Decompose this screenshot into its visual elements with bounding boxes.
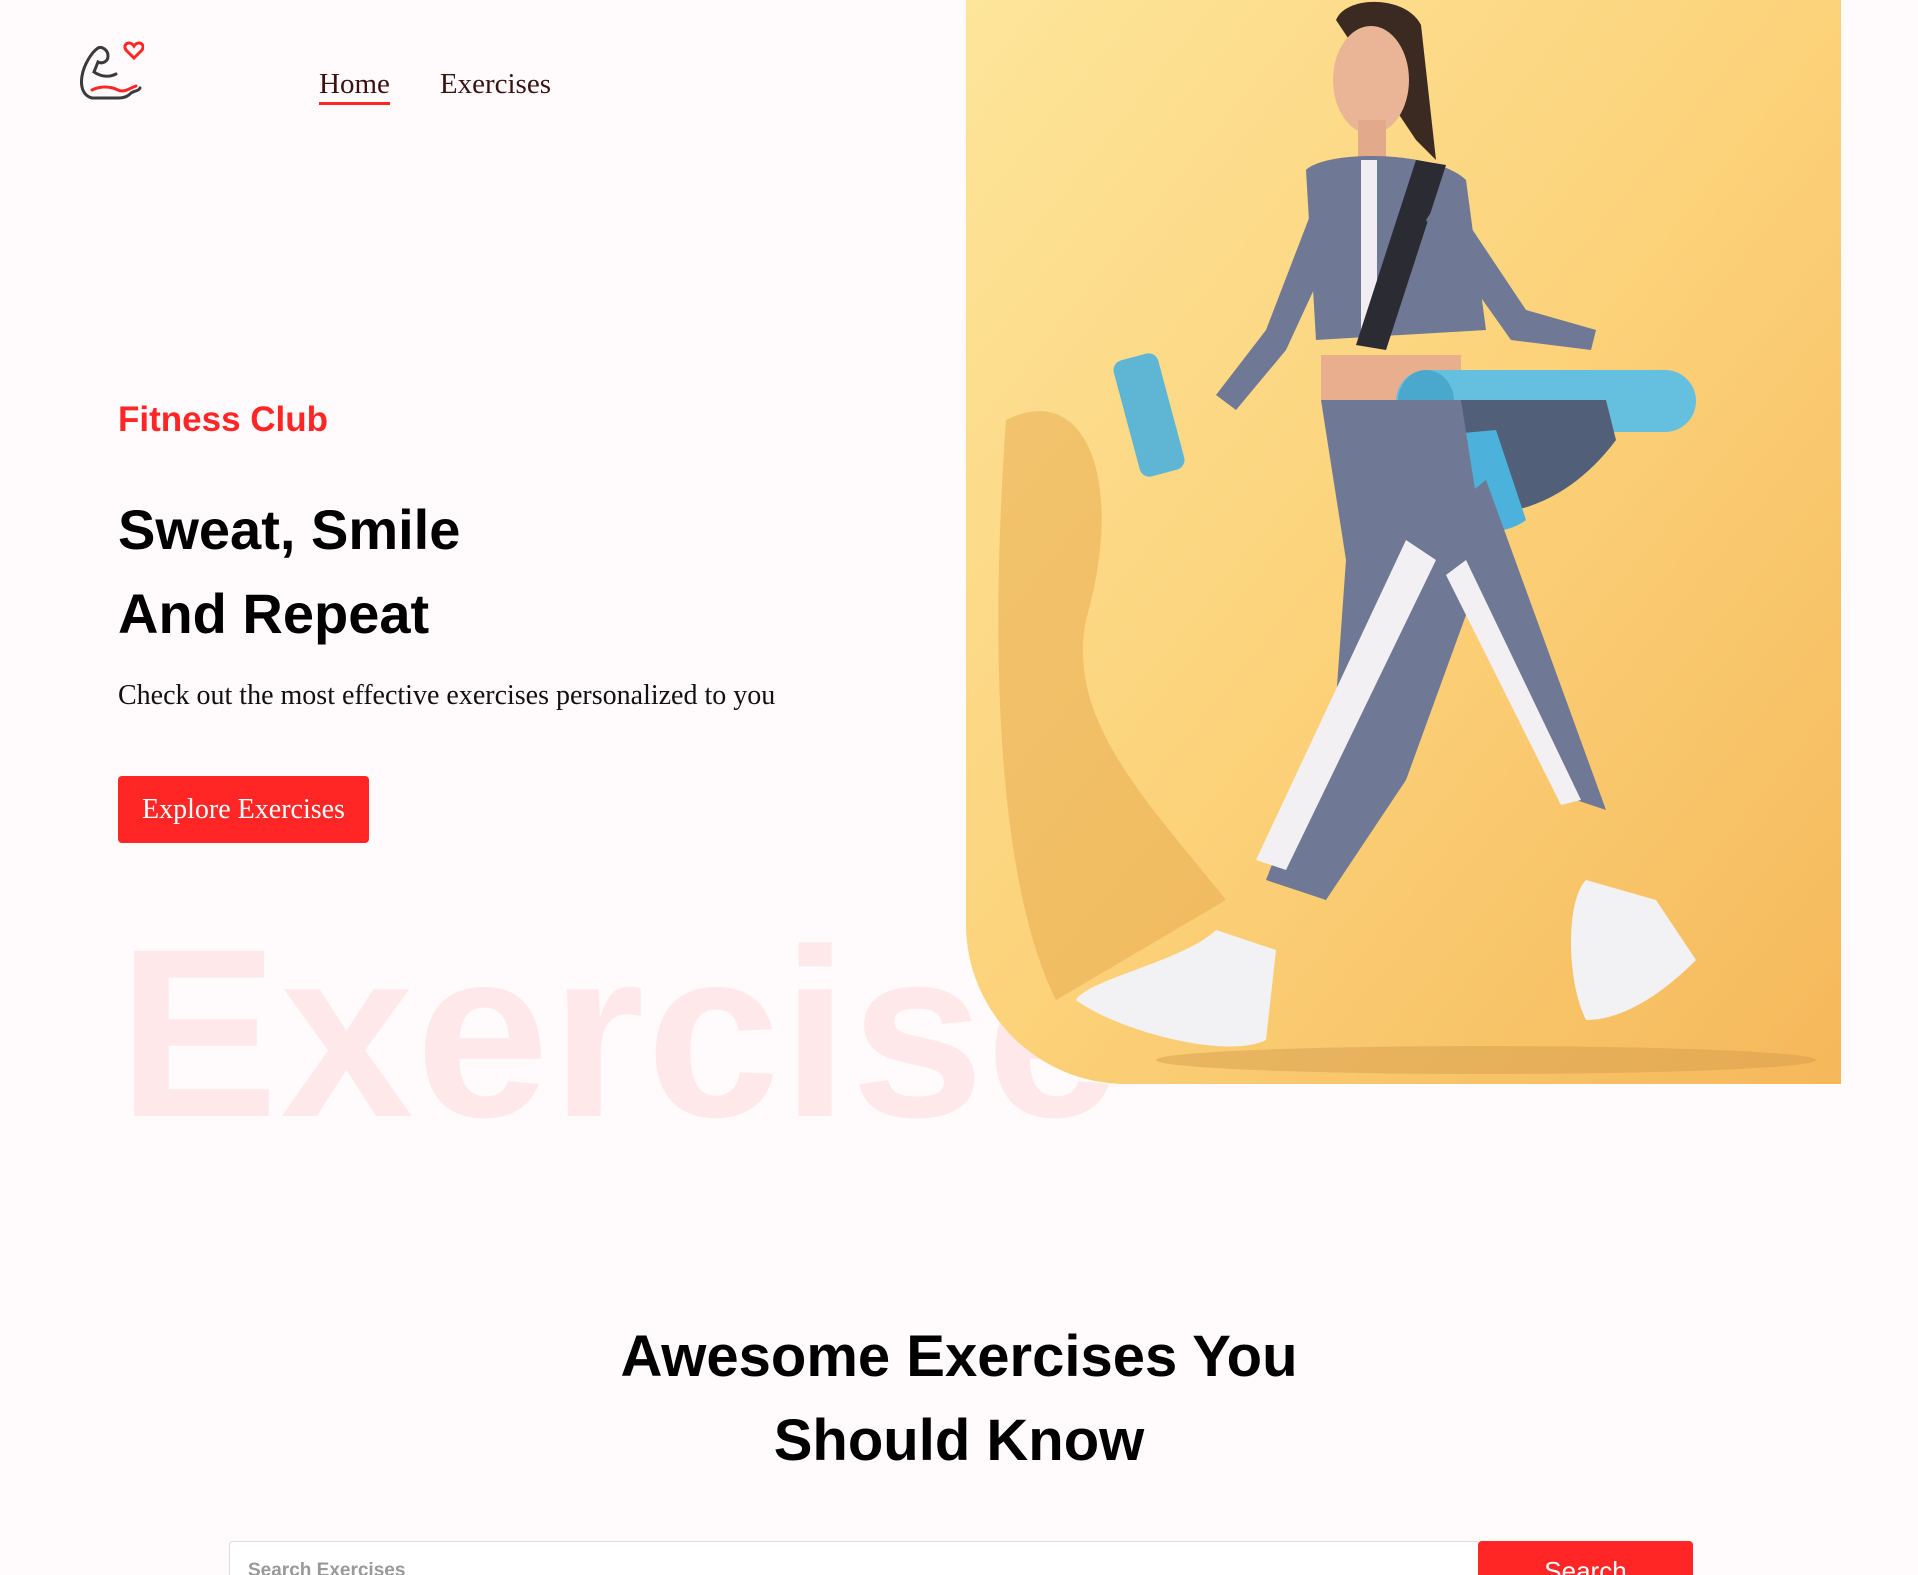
hero-subtitle: Check out the most effective exercises p… <box>118 680 776 711</box>
hero-title-line2: And Repeat <box>118 582 430 645</box>
section-title-line2: Should Know <box>773 1408 1145 1473</box>
logo[interactable] <box>78 38 145 104</box>
nav-home-link[interactable]: Home <box>319 68 390 105</box>
section-title-line1: Awesome Exercises You <box>620 1324 1298 1389</box>
search-bar: Search <box>229 1541 1693 1575</box>
flexed-arm-heart-icon <box>80 41 145 100</box>
nav-exercises-link[interactable]: Exercises <box>440 68 551 105</box>
section-title: Awesome Exercises You Should Know <box>0 1315 1918 1483</box>
search-input[interactable] <box>229 1541 1478 1575</box>
search-button[interactable]: Search <box>1478 1541 1693 1575</box>
hero-title-line1: Sweat, Smile <box>118 498 461 561</box>
explore-exercises-button[interactable]: Explore Exercises <box>118 776 369 843</box>
hero-eyebrow: Fitness Club <box>118 400 329 439</box>
hero-image <box>966 0 1841 1084</box>
main-nav: Home Exercises <box>319 68 551 105</box>
hero-title: Sweat, Smile And Repeat <box>118 488 460 656</box>
hero-photo <box>966 0 1841 1084</box>
